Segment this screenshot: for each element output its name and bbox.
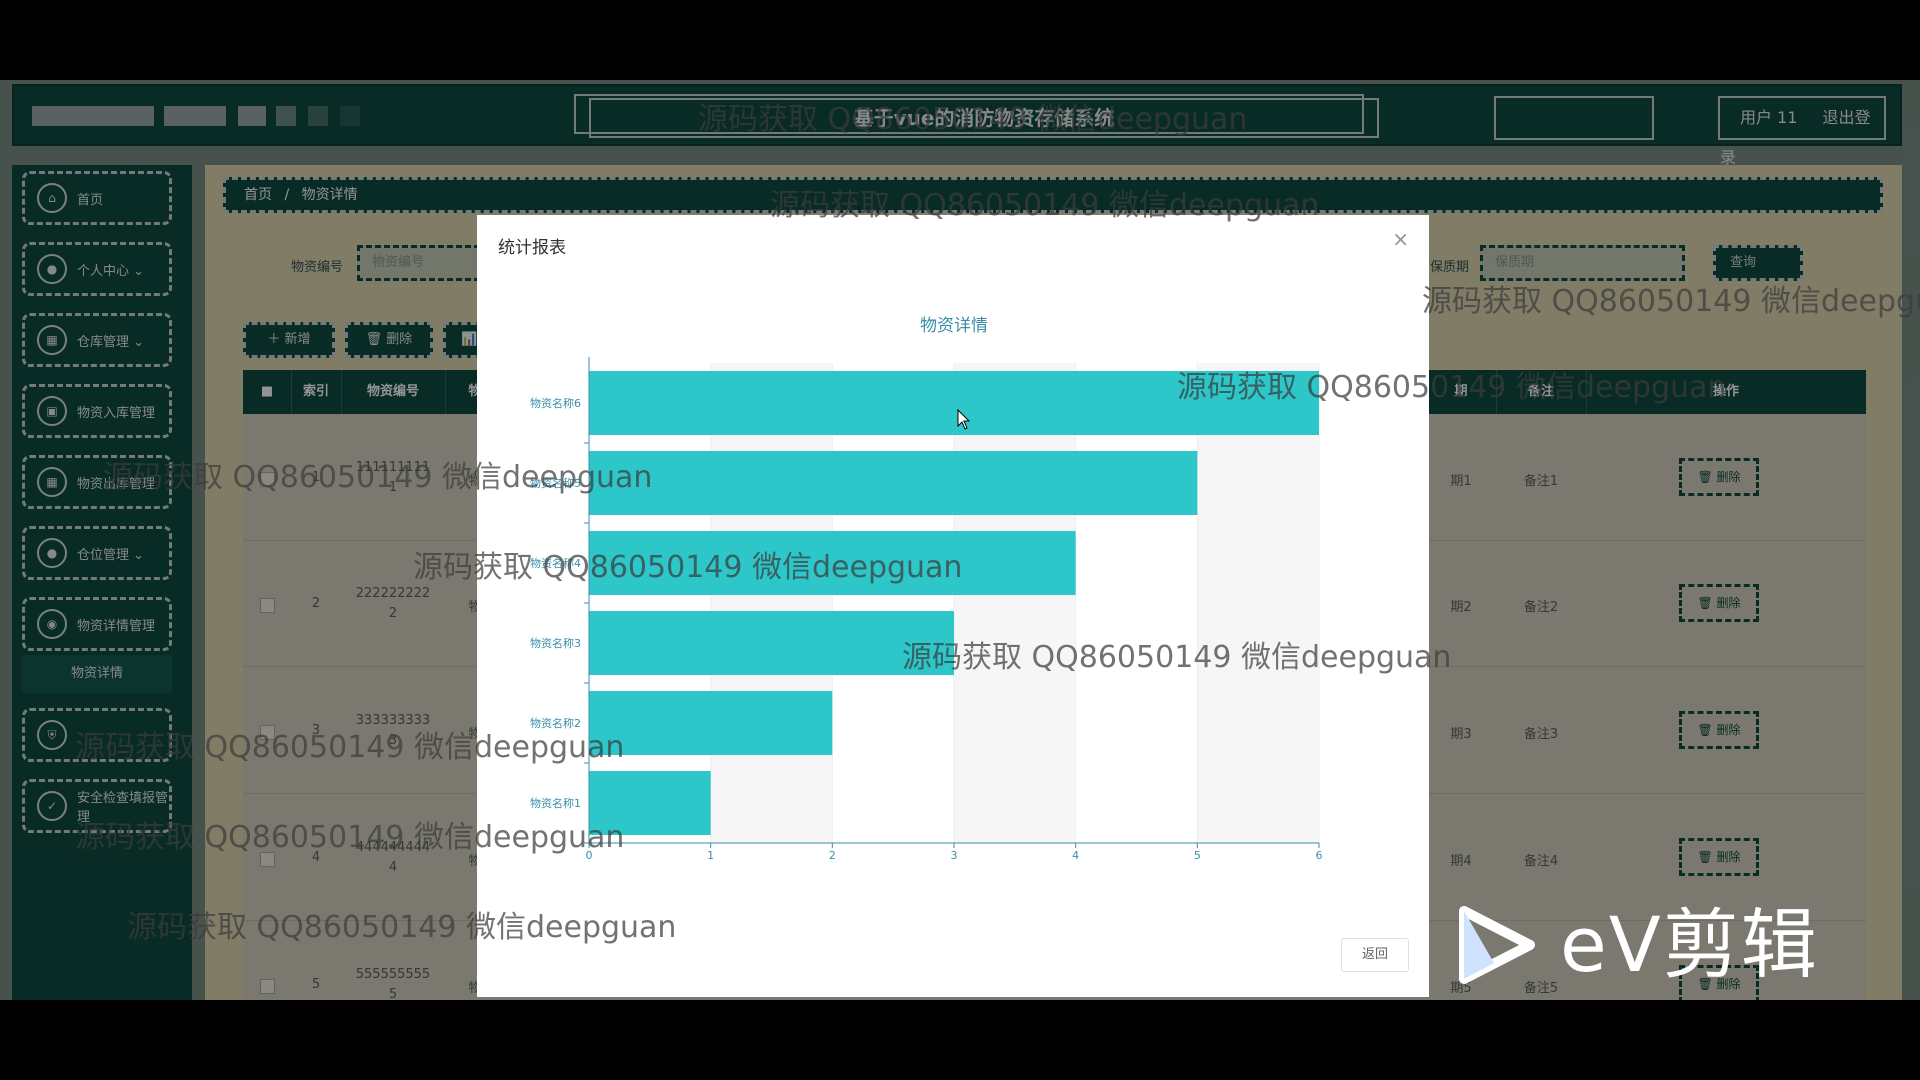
- dialog-title: 统计报表: [498, 238, 566, 258]
- watermark: 源码获取 QQ86050149 微信deepguan: [413, 550, 963, 585]
- watermark: 源码获取 QQ86050149 微信deepguan: [75, 820, 625, 855]
- bar-3: [589, 611, 954, 675]
- ev-text: eV剪辑: [1560, 900, 1819, 989]
- stats-dialog: 统计报表 × 物资详情 物资名称1 物资名称2 物资名称3 物资名称4 物资名称5 物资名称…: [477, 215, 1429, 997]
- x-tick-label: 2: [829, 849, 836, 862]
- watermark: 源码获取 QQ86050149 微信deepguan: [1177, 370, 1727, 405]
- watermark: 源码获取 QQ86050149 微信deepguan: [127, 910, 677, 945]
- close-icon[interactable]: ×: [1392, 227, 1409, 251]
- watermark: 源码获取 QQ86050149 微信deepguan: [698, 102, 1248, 137]
- x-tick-label: 5: [1194, 849, 1201, 862]
- watermark: 源码获取 QQ86050149 微信deepguan: [103, 460, 653, 495]
- watermark: 源码获取 QQ86050149 微信deepguan: [75, 730, 625, 765]
- x-tick-label: 3: [951, 849, 958, 862]
- watermark: 源码获取 QQ86050149 微信deepguan: [1422, 284, 1920, 319]
- watermark: 源码获取 QQ86050149 微信deepguan: [902, 640, 1452, 675]
- ev-editor-logo: eV剪辑: [1450, 905, 1820, 985]
- x-tick-label: 1: [707, 849, 714, 862]
- bar-2: [589, 691, 833, 755]
- y-tick-label: 物资名称3: [530, 636, 581, 650]
- back-button[interactable]: 返回: [1341, 938, 1409, 972]
- bar-5: [589, 451, 1198, 515]
- watermark: 源码获取 QQ86050149 微信deepguan: [770, 188, 1320, 223]
- y-tick-label: 物资名称1: [530, 796, 581, 810]
- play-icon: [1459, 906, 1535, 984]
- app-window: 基于vue的消防物资存储系统 用户 11 退出登录 ⌂ 首页 ● 个人中心 ⌄ …: [0, 80, 1920, 1000]
- chart-title: 物资详情: [920, 316, 988, 336]
- y-tick-label: 物资名称6: [530, 396, 581, 410]
- x-tick-label: 6: [1316, 849, 1323, 862]
- x-tick-label: 4: [1072, 849, 1079, 862]
- mouse-cursor-icon: [957, 409, 971, 430]
